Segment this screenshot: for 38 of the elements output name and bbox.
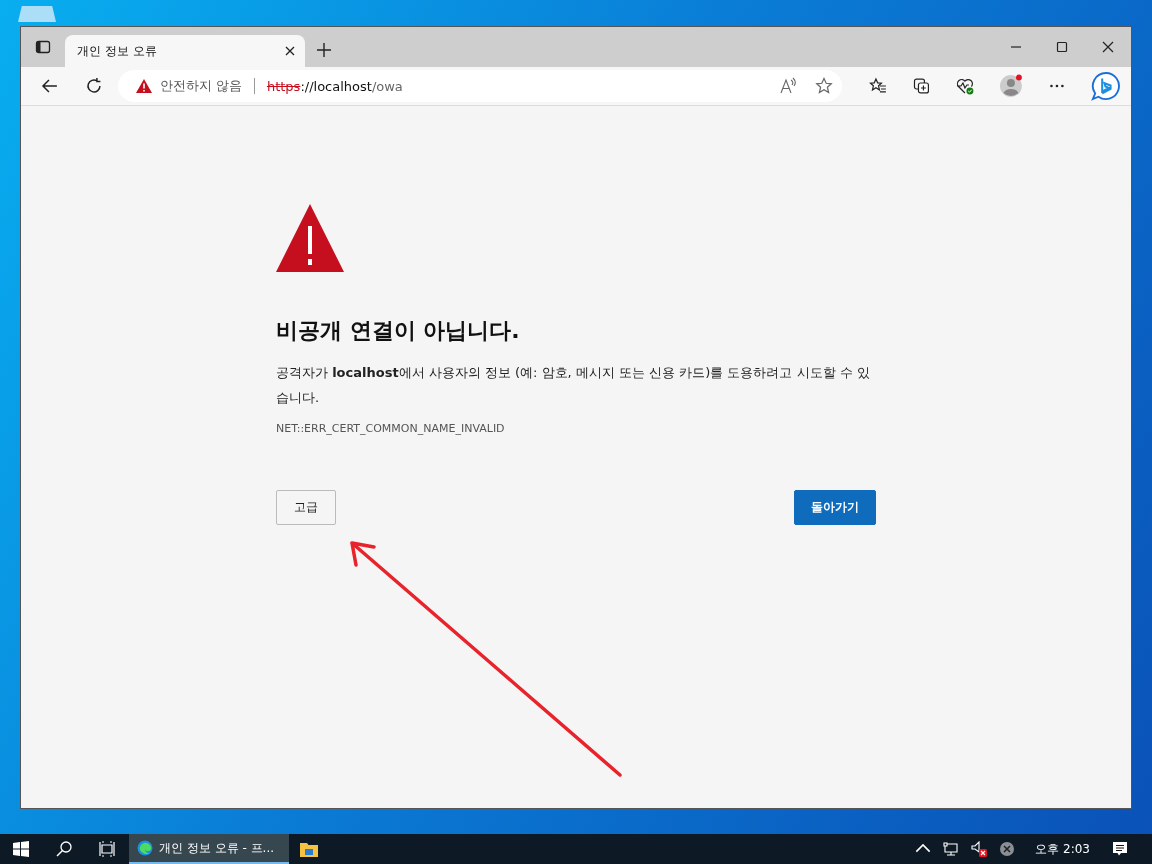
error-heading: 비공개 연결이 아닙니다. — [276, 317, 521, 345]
taskbar-app[interactable]: 개인 정보 오류 - 프... — [129, 834, 289, 864]
clock[interactable]: 오후 2:03 — [1035, 840, 1090, 858]
task-view-icon[interactable] — [99, 841, 115, 857]
refresh-icon[interactable] — [84, 77, 103, 95]
network-icon[interactable] — [943, 841, 960, 857]
profile-avatar-icon[interactable] — [999, 74, 1024, 98]
maximize-icon[interactable] — [1056, 41, 1068, 53]
browser-logo-icon — [137, 840, 153, 856]
speaker-muted-icon[interactable] — [971, 841, 988, 857]
url-text: https://localhost/owa — [266, 78, 403, 94]
close-icon[interactable] — [1102, 41, 1114, 53]
advanced-button[interactable]: 고급 — [276, 490, 336, 525]
security-label[interactable]: 안전하지 않음 — [159, 77, 242, 95]
collections-icon[interactable] — [912, 77, 931, 95]
taskbar-app-label: 개인 정보 오류 - 프... — [159, 839, 275, 857]
search-icon[interactable] — [56, 841, 72, 857]
address-bar[interactable]: 안전하지 않음 https://localhost/owa — [117, 70, 842, 102]
back-arrow-icon[interactable] — [41, 77, 59, 95]
star-icon[interactable] — [814, 77, 833, 95]
start-icon[interactable] — [13, 841, 29, 857]
browser-tab[interactable]: 개인 정보 오류 — [65, 35, 305, 67]
tab-actions-icon[interactable] — [35, 39, 51, 55]
warning-icon — [135, 79, 152, 93]
tab-title: 개인 정보 오류 — [77, 42, 158, 60]
read-aloud-icon[interactable] — [778, 77, 797, 95]
close-circle-icon[interactable] — [999, 841, 1016, 857]
error-code: NET::ERR_CERT_COMMON_NAME_INVALID — [276, 422, 506, 435]
warning-icon — [276, 204, 344, 272]
folder-icon — [300, 841, 318, 857]
chat-bubble-icon[interactable] — [1091, 71, 1121, 101]
health-icon[interactable] — [956, 77, 975, 95]
close-icon[interactable] — [285, 46, 295, 56]
new-tab-icon[interactable] — [317, 43, 331, 57]
favorites-icon[interactable] — [868, 77, 887, 95]
notification-icon[interactable] — [1112, 841, 1128, 857]
error-message: 공격자가 localhost에서 사용자의 정보 (예: 암호, 메시지 또는 신용 카드)를 도용하려고 시도할 수 있습니다. — [276, 364, 871, 407]
back-button[interactable]: 돌아가기 — [794, 490, 876, 525]
